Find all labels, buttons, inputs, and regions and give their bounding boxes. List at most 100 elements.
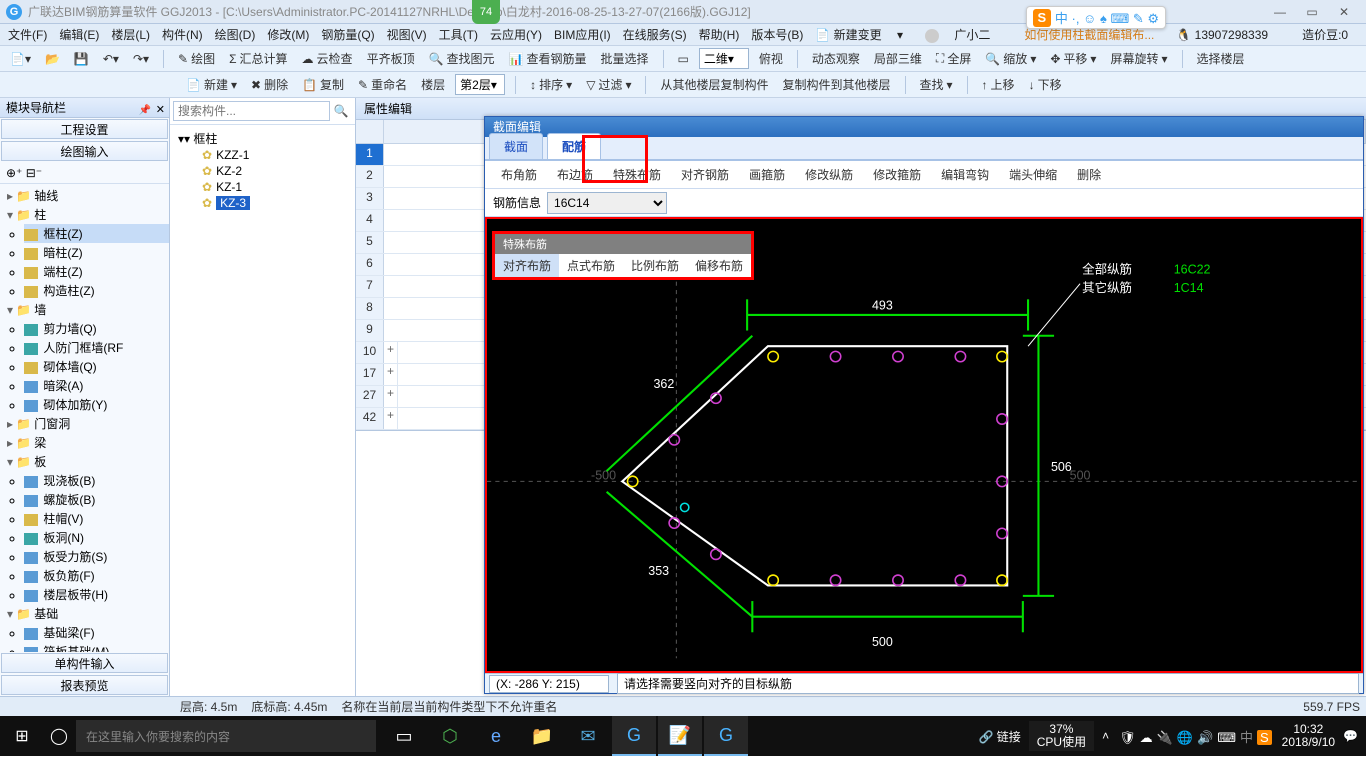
sub-endext[interactable]: 端头伸缩: [1001, 163, 1065, 186]
menu-bim[interactable]: BIM应用(I): [554, 26, 611, 43]
nav-subitem[interactable]: 柱帽(V): [24, 509, 169, 528]
action-center-icon[interactable]: 💬: [1343, 729, 1358, 743]
cpu-meter[interactable]: 37%CPU使用: [1029, 721, 1094, 751]
section-draw[interactable]: 绘图输入: [1, 141, 168, 161]
new-change-button[interactable]: 📄 新建变更 ▾: [815, 26, 903, 43]
move-down-btn[interactable]: ↓ 下移: [1025, 74, 1066, 95]
tray-clock[interactable]: 10:322018/9/10: [1282, 723, 1335, 749]
nav-item[interactable]: ▾📁 基础: [0, 604, 169, 623]
move-up-btn[interactable]: ↑ 上移: [978, 74, 1019, 95]
section-project[interactable]: 工程设置: [1, 119, 168, 139]
view-rebar-btn[interactable]: 📊 查看钢筋量: [505, 48, 591, 69]
menu-file[interactable]: 文件(F): [8, 26, 47, 43]
cloud-check-btn[interactable]: ☁ 云检查: [298, 48, 357, 69]
nav-subitem[interactable]: 筏板基础(M): [24, 642, 169, 652]
nav-subitem[interactable]: 砌体加筋(Y): [24, 395, 169, 414]
nav-subitem[interactable]: 剪力墙(Q): [24, 319, 169, 338]
nav-subitem[interactable]: 基础梁(F): [24, 623, 169, 642]
nav-subitem[interactable]: 人防门框墙(RF: [24, 338, 169, 357]
local-3d-btn[interactable]: 局部三维: [870, 48, 926, 69]
menu-online[interactable]: 在线服务(S): [623, 26, 687, 43]
dynamic-view-btn[interactable]: 动态观察: [808, 48, 864, 69]
nav-subitem[interactable]: 砌体墙(Q): [24, 357, 169, 376]
opt-ratio[interactable]: 比例布筋: [623, 254, 687, 277]
pin-icon[interactable]: 📌: [139, 101, 151, 121]
menu-cloud[interactable]: 云应用(Y): [490, 26, 542, 43]
select-floor-btn[interactable]: 选择楼层: [1193, 48, 1249, 69]
undo-icon[interactable]: ↶▾: [99, 50, 123, 68]
menu-tools[interactable]: 工具(T): [439, 26, 478, 43]
sub-modstir[interactable]: 修改箍筋: [865, 163, 929, 186]
opt-offset[interactable]: 偏移布筋: [687, 254, 751, 277]
nav-subitem[interactable]: 板受力筋(S): [24, 547, 169, 566]
menu-version[interactable]: 版本号(B): [751, 26, 803, 43]
app-notes[interactable]: 📝: [658, 716, 702, 756]
save-icon[interactable]: 💾: [70, 50, 93, 68]
floor-dropdown[interactable]: 第2层 ▾: [455, 74, 505, 95]
menu-view[interactable]: 视图(V): [387, 26, 427, 43]
section-report[interactable]: 报表预览: [1, 675, 168, 695]
tray-up-icon[interactable]: ˄: [1102, 729, 1109, 743]
app-folder[interactable]: 📁: [520, 716, 564, 756]
nav-subitem[interactable]: 构造柱(Z): [24, 281, 169, 300]
component-item[interactable]: ✿KZZ-1: [198, 147, 351, 163]
sub-corner[interactable]: 布角筋: [493, 163, 545, 186]
batch-select-btn[interactable]: 批量选择: [597, 48, 653, 69]
nav-subitem[interactable]: 楼层板带(H): [24, 585, 169, 604]
nav-subitem[interactable]: 暗梁(A): [24, 376, 169, 395]
app-edge[interactable]: e: [474, 716, 518, 756]
menu-rebar[interactable]: 钢筋量(Q): [321, 26, 374, 43]
menu-edit[interactable]: 编辑(E): [59, 26, 99, 43]
menu-draw[interactable]: 绘图(D): [215, 26, 256, 43]
rotate-btn[interactable]: 屏幕旋转 ▾: [1106, 48, 1171, 69]
search-icon[interactable]: 🔍: [333, 104, 349, 118]
flat-roof-btn[interactable]: 平齐板顶: [363, 48, 419, 69]
view-mode-dropdown[interactable]: 二维 ▾: [699, 48, 749, 69]
taskview-icon[interactable]: ▭: [382, 716, 426, 756]
taskbar-search[interactable]: 在这里输入你要搜索的内容: [76, 720, 376, 752]
sub-edithok[interactable]: 编辑弯钩: [933, 163, 997, 186]
search-input[interactable]: [173, 101, 330, 121]
nav-item[interactable]: ▾📁 墙: [0, 300, 169, 319]
nav-subitem[interactable]: 螺旋板(B): [24, 490, 169, 509]
app-chrome[interactable]: ⬡: [428, 716, 472, 756]
nav-subitem[interactable]: 板负筋(F): [24, 566, 169, 585]
new-doc-icon[interactable]: 📄▾: [6, 50, 35, 68]
sub-stirrup[interactable]: 画箍筋: [741, 163, 793, 186]
start-button[interactable]: ⊞: [2, 726, 42, 746]
filter-btn[interactable]: ▽ 过滤 ▾: [582, 74, 635, 95]
nav-subitem[interactable]: 框柱(Z): [24, 224, 169, 243]
menu-modify[interactable]: 修改(M): [267, 26, 309, 43]
nav-item[interactable]: ▸📁 门窗洞: [0, 414, 169, 433]
component-tree[interactable]: ▾▾ 框柱 ✿KZZ-1✿KZ-2✿KZ-1✿KZ-3: [170, 125, 355, 696]
cortana-icon[interactable]: ◯: [42, 726, 76, 746]
sum-btn[interactable]: Σ 汇总计算: [225, 48, 291, 69]
sub-delete[interactable]: 删除: [1069, 163, 1109, 186]
top-view-btn[interactable]: 俯视: [755, 48, 787, 69]
menu-floor[interactable]: 楼层(L): [111, 26, 150, 43]
component-item[interactable]: ✿KZ-3: [198, 195, 351, 211]
copy-from-floor-btn[interactable]: 从其他楼层复制构件: [656, 74, 772, 95]
fullscreen-btn[interactable]: ⛶ 全屏: [932, 48, 975, 69]
draw-btn[interactable]: ✎绘图: [174, 48, 219, 69]
qq-contact[interactable]: 🐧 13907298339: [1176, 28, 1280, 42]
close-nav-icon[interactable]: ✕: [156, 100, 165, 120]
sub-modlong[interactable]: 修改纵筋: [797, 163, 861, 186]
zoom-btn[interactable]: 🔍 缩放 ▾: [981, 48, 1040, 69]
app-mail[interactable]: ✉: [566, 716, 610, 756]
nav-tree[interactable]: ▸📁 轴线▾📁 柱 框柱(Z) 暗柱(Z) 端柱(Z) 构造柱(Z)▾📁 墙 剪…: [0, 186, 169, 652]
component-item[interactable]: ✿KZ-2: [198, 163, 351, 179]
nav-subitem[interactable]: 现浇板(B): [24, 471, 169, 490]
nav-subitem[interactable]: 板洞(N): [24, 528, 169, 547]
nav-subitem[interactable]: 端柱(Z): [24, 262, 169, 281]
menu-help[interactable]: 帮助(H): [699, 26, 740, 43]
section-single[interactable]: 单构件输入: [1, 653, 168, 673]
tab-rebar[interactable]: 配筋: [547, 133, 601, 159]
sub-special[interactable]: 特殊布筋: [605, 163, 669, 186]
tab-section[interactable]: 截面: [489, 133, 543, 159]
select-icon[interactable]: ▭: [674, 50, 693, 68]
delete-btn[interactable]: ✖ 删除: [247, 74, 292, 95]
nav-icons[interactable]: ⊕⁺ ⊟⁻: [0, 162, 169, 184]
sort-btn[interactable]: ↕ 排序 ▾: [526, 74, 576, 95]
nav-subitem[interactable]: 暗柱(Z): [24, 243, 169, 262]
